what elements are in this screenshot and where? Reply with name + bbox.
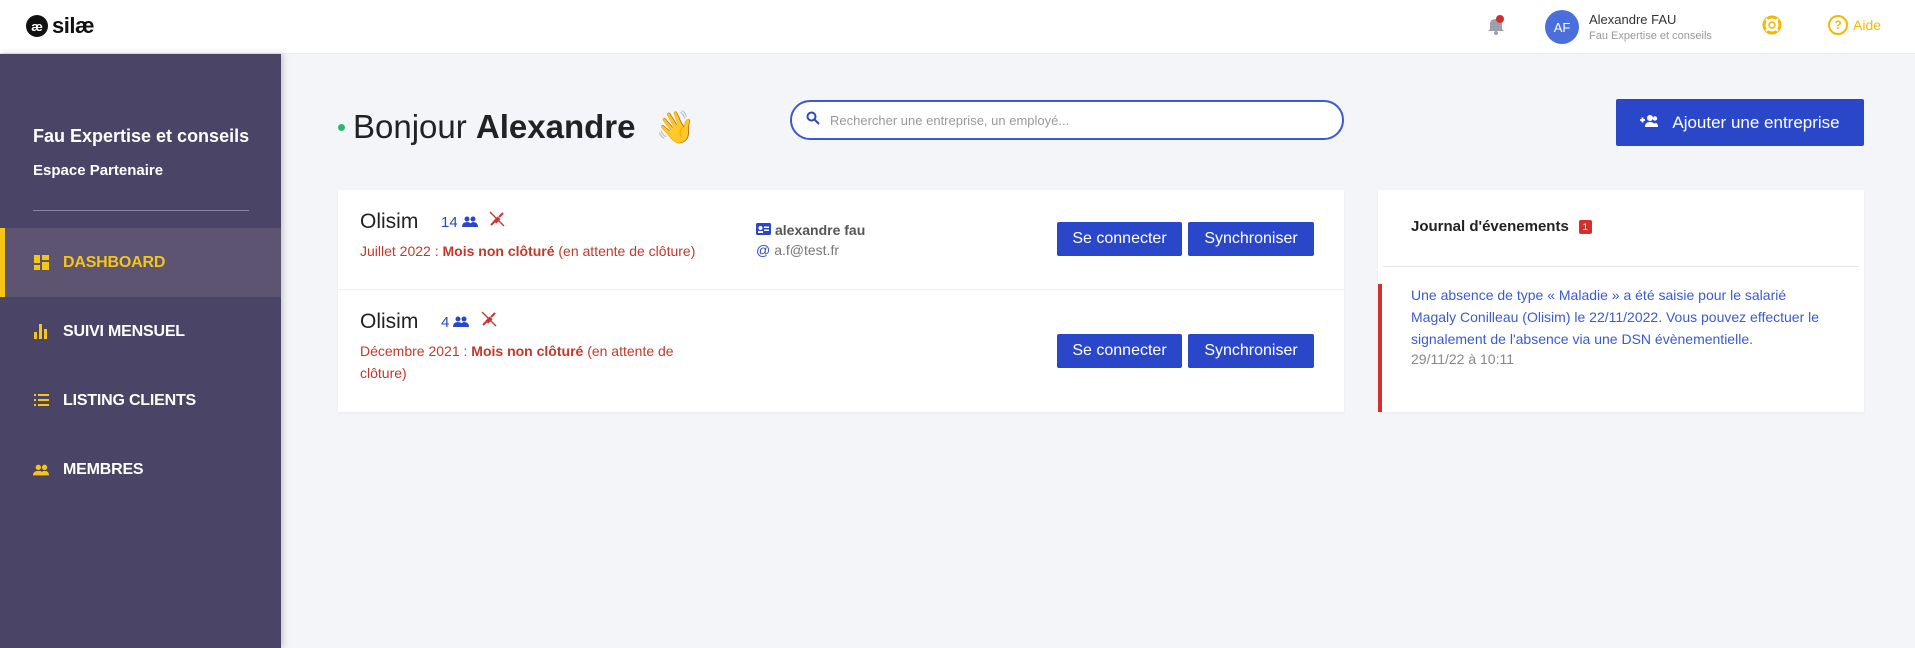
event-journal-card: Journal d'évenements 1 Une absence de ty… — [1378, 190, 1864, 412]
disconnected-plug-icon — [480, 310, 498, 333]
employee-count: 4 — [441, 314, 470, 331]
avatar: AF — [1545, 10, 1579, 44]
journal-entry-text: Une absence de type « Maladie » a été sa… — [1411, 287, 1820, 347]
sidebar-item-label: MEMBRES — [63, 460, 144, 478]
notification-bell-icon[interactable] — [1485, 14, 1507, 36]
dashboard-icon — [33, 255, 49, 271]
company-name[interactable]: Olisim — [360, 310, 418, 334]
company-name[interactable]: Olisim — [360, 210, 418, 234]
sidebar-org-title: Fau Expertise et conseils — [33, 126, 250, 146]
status-bold: Mois non clôturé — [471, 343, 584, 359]
sidebar-item-label: LISTING CLIENTS — [63, 391, 197, 409]
status-period: Décembre 2021 : — [360, 343, 468, 359]
status-bold: Mois non clôturé — [442, 243, 555, 259]
sidebar-item-label: DASHBOARD — [63, 253, 166, 271]
closure-status: Décembre 2021 : Mois non clôturé (en att… — [360, 340, 700, 384]
employee-count: 14 — [441, 214, 478, 231]
sidebar-item-membres[interactable]: MEMBRES — [0, 435, 281, 504]
company-row: Olisim 14 Juillet 2022 : Mois non clôtur… — [338, 190, 1344, 290]
at-icon: @ — [756, 242, 771, 258]
contact-email[interactable]: a.f@test.fr — [774, 240, 839, 260]
journal-count-badge: 1 — [1578, 219, 1592, 234]
help-link[interactable]: ? Aide — [1828, 15, 1881, 35]
people-icon — [453, 314, 470, 331]
sidebar-item-label: SUIVI MENSUEL — [63, 322, 185, 340]
contact-info: alexandre fau @ a.f@test.fr — [756, 220, 865, 260]
waving-hand-icon: 👋 — [655, 109, 696, 145]
top-bar: æ silæ AF Alexandre FAU Fau Expertise et… — [0, 0, 1915, 54]
people-icon — [461, 214, 478, 231]
search-input[interactable] — [830, 112, 1310, 128]
sidebar-item-dashboard[interactable]: DASHBOARD — [0, 228, 281, 297]
bar-chart-icon — [33, 324, 49, 340]
contact-card-icon — [756, 220, 771, 240]
greeting-name: Alexandre — [475, 108, 636, 145]
add-group-icon — [1640, 113, 1659, 133]
add-company-button[interactable]: Ajouter une entreprise — [1616, 99, 1864, 146]
greeting-text: Bonjour Alexandre — [353, 108, 636, 146]
greeting: Bonjour Alexandre 👋 — [338, 108, 695, 146]
help-question-icon: ? — [1828, 15, 1848, 35]
status-period: Juillet 2022 : — [360, 243, 439, 259]
closure-status: Juillet 2022 : Mois non clôturé (en atte… — [360, 240, 700, 262]
people-icon — [33, 462, 49, 478]
connect-button[interactable]: Se connecter — [1057, 334, 1182, 368]
synchronize-button[interactable]: Synchroniser — [1188, 222, 1314, 256]
list-icon — [33, 393, 49, 409]
user-org: Fau Expertise et conseils — [1589, 30, 1712, 42]
support-lifebuoy-icon[interactable] — [1762, 15, 1782, 35]
sidebar: Fau Expertise et conseils Espace Partena… — [0, 54, 281, 648]
online-status-dot — [338, 123, 345, 131]
disconnected-plug-icon — [488, 210, 506, 233]
sidebar-org-subtitle: Espace Partenaire — [33, 162, 164, 179]
journal-entry[interactable]: Une absence de type « Maladie » a été sa… — [1378, 284, 1864, 412]
user-name: Alexandre FAU — [1589, 12, 1677, 27]
journal-divider — [1383, 266, 1859, 267]
connect-button[interactable]: Se connecter — [1057, 222, 1182, 256]
companies-card: Olisim 14 Juillet 2022 : Mois non clôtur… — [338, 190, 1344, 412]
contact-name: alexandre fau — [775, 222, 866, 238]
journal-entry-time: 29/11/22 à 10:11 — [1411, 351, 1515, 367]
journal-title: Journal d'évenements — [1411, 218, 1569, 235]
employee-count-value: 4 — [441, 314, 450, 331]
greeting-prefix: Bonjour — [353, 108, 467, 145]
sidebar-item-listing-clients[interactable]: LISTING CLIENTS — [0, 366, 281, 435]
help-label: Aide — [1853, 17, 1882, 33]
logo-text: silæ — [52, 13, 95, 38]
search-icon — [806, 111, 820, 130]
sidebar-nav: DASHBOARD SUIVI MENSUEL LISTING CLIENTS … — [0, 228, 281, 504]
sidebar-divider — [33, 210, 249, 211]
synchronize-button[interactable]: Synchroniser — [1188, 334, 1314, 368]
user-menu[interactable]: AF Alexandre FAU Fau Expertise et consei… — [1545, 10, 1712, 44]
journal-header: Journal d'évenements 1 — [1411, 218, 1592, 235]
employee-count-value: 14 — [441, 214, 458, 231]
company-row: Olisim 4 Décembre 2021 : Mois non clôtur… — [338, 290, 1344, 412]
silae-logo[interactable]: æ silæ — [26, 13, 95, 39]
status-note: (en attente de clôture) — [558, 243, 696, 259]
search-bar[interactable] — [790, 100, 1344, 140]
add-company-label: Ajouter une entreprise — [1672, 112, 1840, 132]
sidebar-item-suivi-mensuel[interactable]: SUIVI MENSUEL — [0, 297, 281, 366]
logo-mark: æ — [26, 15, 48, 37]
